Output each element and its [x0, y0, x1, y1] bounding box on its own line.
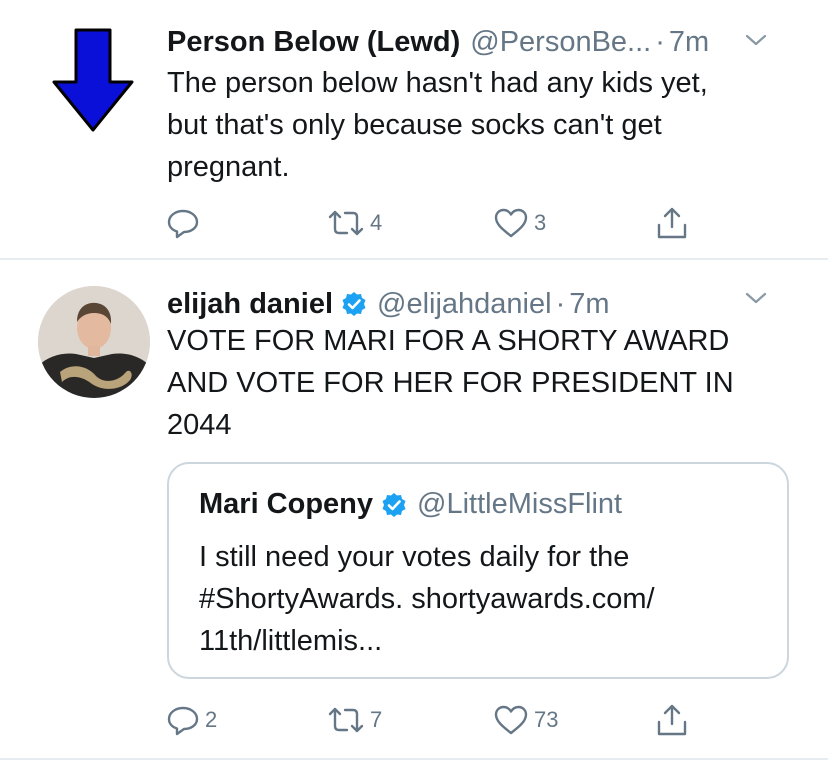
separator-dot: · [655, 25, 665, 58]
retweet-icon [328, 707, 364, 733]
tweet-text-line: 2044 [167, 409, 232, 441]
retweet-count: 7 [370, 707, 383, 732]
timestamp[interactable]: 7m [569, 288, 609, 321]
quoted-display-name: Mari Copeny [199, 488, 374, 520]
tweet-text-line: but that's only because socks can't get [167, 109, 662, 141]
user-handle[interactable]: @elijahdaniel [377, 288, 552, 321]
verified-badge-icon [382, 492, 406, 517]
share-button[interactable] [654, 702, 690, 738]
tweet-header: Person Below (Lewd) @PersonBe... · 7m [167, 24, 828, 60]
avatar[interactable] [38, 286, 150, 398]
timestamp[interactable]: 7m [669, 26, 709, 59]
tweet-divider [0, 758, 828, 760]
like-count: 73 [534, 707, 559, 732]
blue-down-arrow-icon [52, 28, 134, 132]
tweet-text-line: The person below hasn't had any kids yet… [167, 67, 708, 99]
retweet-button[interactable]: 4 [326, 205, 382, 241]
display-name[interactable]: elijah daniel [167, 288, 333, 321]
reply-button[interactable] [165, 205, 205, 241]
reply-icon [167, 209, 199, 239]
quoted-user-handle: @LittleMissFlint [417, 488, 623, 520]
tweet-text-line: pregnant. [167, 151, 290, 183]
reply-count: 2 [205, 707, 218, 732]
tweet-person-below[interactable]: Person Below (Lewd) @PersonBe... · 7m Th… [0, 0, 828, 258]
quoted-tweet-header: Mari Copeny @LittleMissFlint [199, 488, 622, 521]
retweet-button[interactable]: 7 [326, 702, 382, 738]
like-count: 3 [534, 210, 547, 235]
share-icon [657, 704, 687, 736]
display-name[interactable]: Person Below (Lewd) [167, 26, 460, 59]
reply-icon [167, 706, 199, 736]
quoted-text-line: 11th/littlemis... [199, 625, 383, 657]
retweet-count: 4 [370, 210, 383, 235]
quoted-tweet[interactable]: Mari Copeny @LittleMissFlint I still nee… [167, 462, 789, 679]
like-button[interactable]: 73 [492, 702, 558, 738]
share-button[interactable] [654, 205, 690, 241]
heart-icon [494, 208, 528, 238]
tweet-text: The person below hasn't had any kids yet… [167, 62, 788, 188]
quoted-text-line: #ShortyAwards. shortyawards.com/ [199, 583, 655, 615]
quoted-tweet-text: I still need your votes daily for the #S… [199, 536, 767, 662]
chevron-down-icon[interactable] [742, 284, 770, 312]
tweet-actions: 4 3 [0, 205, 828, 245]
retweet-icon [328, 210, 364, 236]
like-button[interactable]: 3 [492, 205, 546, 241]
separator-dot: · [555, 287, 566, 320]
tweet-header: elijah daniel @elijahdaniel · 7m [167, 286, 828, 322]
tweet-elijah-daniel[interactable]: elijah daniel @elijahdaniel · 7m VOTE FO… [0, 262, 828, 765]
heart-icon [494, 705, 528, 735]
tweet-text: VOTE FOR MARI FOR A SHORTY AWARD AND VOT… [167, 320, 788, 446]
tweet-actions: 2 7 73 [0, 702, 828, 742]
avatar-photo [38, 286, 150, 398]
tweet-text-line: VOTE FOR MARI FOR A SHORTY AWARD [167, 325, 730, 357]
tweet-divider [0, 258, 828, 260]
quoted-text-line: I still need your votes daily for the [199, 541, 630, 573]
tweet-text-line: AND VOTE FOR HER FOR PRESIDENT IN [167, 367, 734, 399]
verified-badge-icon [342, 292, 366, 316]
user-handle[interactable]: @PersonBe... [470, 26, 651, 59]
share-icon [657, 207, 687, 239]
chevron-down-icon[interactable] [742, 26, 770, 54]
reply-button[interactable]: 2 [165, 702, 217, 738]
